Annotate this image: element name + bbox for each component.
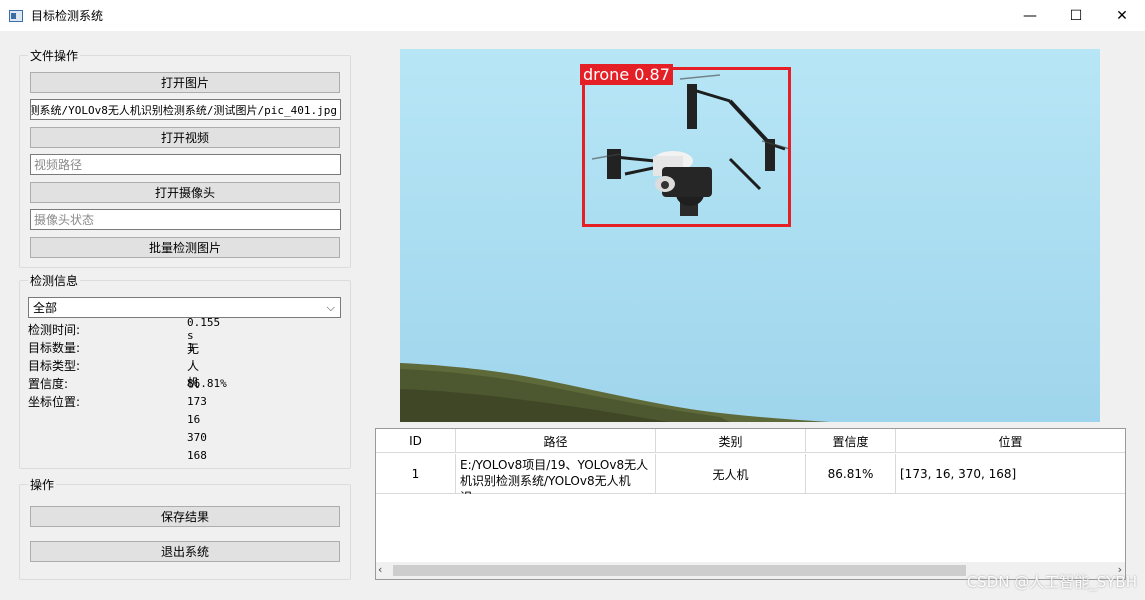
column-header-confidence[interactable]: 置信度: [806, 429, 896, 453]
info-label: 坐标位置:: [28, 394, 81, 409]
column-header-category[interactable]: 类别: [656, 429, 806, 453]
info-value: 0.155 s: [187, 316, 221, 342]
close-button[interactable]: ✕: [1099, 0, 1145, 31]
detection-image-view: drone 0.87: [400, 49, 1100, 422]
detection-bounding-box: [582, 67, 791, 227]
target-filter-select[interactable]: 全部 ⌵: [28, 297, 341, 318]
table-row[interactable]: 1 E:/YOLOv8项目/19、YOLOv8无人 机识别检测系统/YOLOv8…: [376, 454, 1125, 494]
table-header: ID 路径 类别 置信度 位置: [376, 429, 1125, 453]
chevron-down-icon: ⌵: [326, 301, 335, 314]
video-path-field[interactable]: 视频路径: [30, 154, 341, 175]
detection-label: drone 0.87: [580, 64, 673, 85]
save-results-button[interactable]: 保存结果: [30, 506, 340, 527]
exit-system-button[interactable]: 退出系统: [30, 541, 340, 562]
open-camera-button[interactable]: 打开摄像头: [30, 182, 340, 203]
client-area: 文件操作 打开图片 测系统/YOLOv8无人机识别检测系统/测试图片/pic_4…: [0, 31, 1145, 600]
title-bar: 目标检测系统 — ☐ ✕: [0, 0, 1145, 31]
info-value: 168: [187, 448, 207, 462]
scroll-left-icon[interactable]: ‹: [378, 563, 382, 576]
info-label: 置信度:: [28, 376, 69, 391]
open-image-button[interactable]: 打开图片: [30, 72, 340, 93]
info-value: 16: [187, 412, 201, 426]
info-label: 检测时间:: [28, 322, 81, 337]
cell-path-line1: E:/YOLOv8项目/19、YOLOv8无人: [460, 458, 649, 472]
cell-path-line2: 机识别检测系统/YOLOv8无人机识...: [460, 474, 631, 494]
cell-position: [173, 16, 370, 168]: [900, 467, 1017, 481]
batch-detect-button[interactable]: 批量检测图片: [30, 237, 340, 258]
info-value: 173: [187, 394, 207, 408]
scrollbar-thumb[interactable]: [393, 565, 966, 576]
app-icon: [9, 9, 23, 22]
camera-status-placeholder: 摄像头状态: [34, 213, 95, 227]
column-header-position[interactable]: 位置: [896, 429, 1125, 453]
column-header-path[interactable]: 路径: [456, 429, 656, 453]
camera-status-field[interactable]: 摄像头状态: [30, 209, 341, 230]
info-value: 86.81%: [187, 376, 227, 390]
minimize-button[interactable]: —: [1007, 0, 1053, 31]
operations-group: 操作: [19, 476, 351, 580]
open-video-button[interactable]: 打开视频: [30, 127, 340, 148]
info-label: 目标类型:: [28, 358, 81, 373]
column-header-id[interactable]: ID: [376, 429, 456, 453]
info-label: 目标数量:: [28, 340, 81, 355]
cell-category: 无人机: [656, 454, 806, 494]
operations-title: 操作: [28, 476, 57, 493]
cell-id: 1: [376, 454, 456, 494]
file-ops-title: 文件操作: [28, 47, 81, 64]
cell-confidence: 86.81%: [806, 454, 896, 494]
video-path-placeholder: 视频路径: [34, 158, 83, 172]
image-path-value: 测系统/YOLOv8无人机识别检测系统/测试图片/pic_401.jpg: [30, 103, 337, 117]
watermark: CSDN @人工智能_SYBH: [966, 573, 1137, 591]
window-title: 目标检测系统: [31, 9, 104, 23]
target-filter-value: 全部: [33, 301, 58, 315]
info-value: 370: [187, 430, 207, 444]
image-path-field[interactable]: 测系统/YOLOv8无人机识别检测系统/测试图片/pic_401.jpg: [30, 99, 341, 120]
window-controls: — ☐ ✕: [1007, 0, 1145, 31]
detection-info-title: 检测信息: [28, 272, 81, 289]
results-table[interactable]: ID 路径 类别 置信度 位置 1 E:/YOLOv8项目/19、YOLOv8无…: [375, 428, 1126, 580]
cell-path: E:/YOLOv8项目/19、YOLOv8无人 机识别检测系统/YOLOv8无人…: [456, 454, 656, 494]
maximize-button[interactable]: ☐: [1053, 0, 1099, 31]
